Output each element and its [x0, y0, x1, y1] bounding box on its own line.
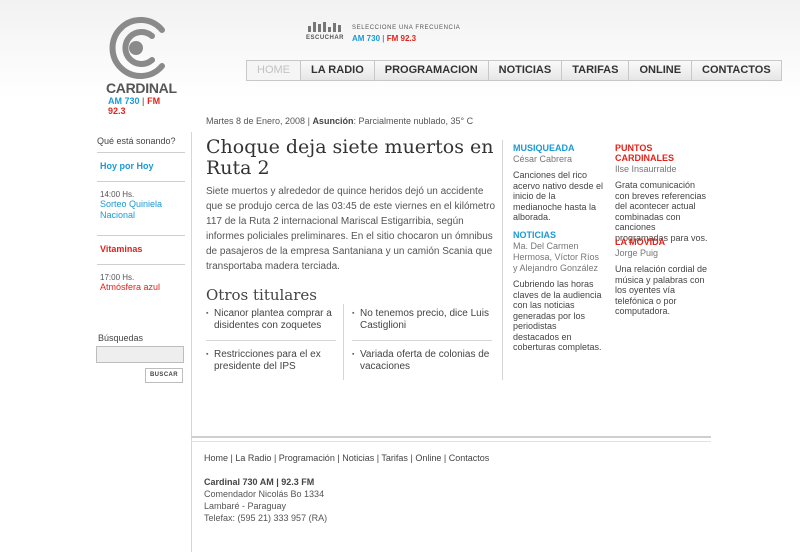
program-host: Ilse Insaurralde [615, 164, 677, 174]
program-puntos-cardinales: PUNTOS CARDINALES Ilse Insaurralde Grata… [615, 143, 711, 243]
program-description: Cubriendo las horas claves de la audienc… [513, 279, 602, 352]
footer-city: Lambaré - Paraguay [204, 501, 287, 511]
main-nav: HOME LA RADIO PROGRAMACION NOTICIAS TARI… [246, 60, 782, 81]
headline-link[interactable]: No tenemos precio, dice Luis Castiglioni [352, 308, 490, 332]
program-host: César Cabrera [513, 154, 573, 164]
footer-address: Comendador Nicolás Bo 1334 [204, 489, 325, 499]
vitaminas-header[interactable]: Vitaminas [97, 244, 185, 254]
nav-la-radio[interactable]: LA RADIO [300, 61, 374, 80]
listen-widget: ESCUCHAR SELECCIONE UNA FRECUENCIA AM 73… [306, 20, 506, 50]
footer-separator: | [337, 453, 340, 463]
slot-program-link[interactable]: Sorteo Quiniela Nacional [97, 199, 185, 221]
headline-link[interactable]: Nicanor plantea comprar a disidentes con… [206, 308, 344, 332]
program-description: Grata comunicación con breves referencia… [615, 180, 708, 243]
nav-tarifas[interactable]: TARIFAS [561, 61, 628, 80]
footer-nav: Home | La Radio | Programación | Noticia… [204, 453, 489, 463]
footer-divider [191, 436, 711, 438]
story-title[interactable]: Choque deja siete muertos en Ruta 2 [206, 137, 496, 179]
other-headlines-title: Otros titulares [206, 286, 317, 304]
headline-divider [352, 340, 492, 341]
footer-separator: | [443, 453, 447, 463]
footer-separator: | [410, 453, 413, 463]
search-input[interactable] [96, 346, 184, 363]
footer-link-tarifas[interactable]: Tarifas [381, 453, 408, 463]
slot-program-link[interactable]: Atmósfera azul [97, 282, 185, 293]
nav-contactos[interactable]: CONTACTOS [691, 61, 781, 80]
slot-time: 17:00 Hs. [100, 273, 135, 282]
today-header[interactable]: Hoy por Hoy [97, 161, 185, 171]
headline-divider [343, 304, 344, 380]
frequency-prompt: SELECCIONE UNA FRECUENCIA [352, 25, 461, 31]
program-title[interactable]: LA MOVIDA [615, 237, 711, 247]
equalizer-icon[interactable] [308, 22, 341, 32]
sidebar-divider [97, 264, 185, 265]
cardinal-logo-icon [109, 17, 165, 79]
headline-divider [206, 340, 336, 341]
program-la-movida: LA MOVIDA Jorge Puig Una relación cordia… [615, 237, 711, 317]
program-title[interactable]: MUSIQUEADA [513, 143, 605, 153]
slot-time: 14:00 Hs. [100, 190, 135, 199]
search-label: Búsquedas [98, 333, 144, 343]
date-separator: | [307, 116, 310, 126]
listen-separator: | [382, 34, 385, 43]
program-title[interactable]: PUNTOS CARDINALES [615, 143, 711, 163]
nav-online[interactable]: ONLINE [628, 61, 691, 80]
headline-link[interactable]: Variada oferta de colonias de vacaciones [352, 349, 490, 373]
footer-link-home[interactable]: Home [204, 453, 228, 463]
footer-station: Cardinal 730 AM | 92.3 FM [204, 477, 315, 487]
program-description: Canciones del rico acervo nativo desde e… [513, 170, 604, 222]
column-divider [191, 132, 192, 552]
column-divider [502, 140, 503, 380]
program-host: Jorge Puig [615, 248, 659, 258]
program-noticias: NOTICIAS Ma. Del Carmen Hermosa, Víctor … [513, 230, 605, 353]
nav-noticias[interactable]: NOTICIAS [487, 61, 562, 80]
footer-link-online[interactable]: Online [415, 453, 441, 463]
footer-separator: | [230, 453, 233, 463]
footer-divider [191, 441, 711, 442]
sidebar-divider [97, 181, 185, 182]
current-date: Martes 8 de Enero, 2008 [206, 116, 306, 126]
story-body: Siete muertos y alrededor de quince heri… [206, 186, 496, 272]
footer-contact: Cardinal 730 AM | 92.3 FM Comendador Nic… [204, 476, 327, 524]
cardinal-logo[interactable]: CARDINAL AM 730 | FM 92.3 [100, 14, 180, 116]
sidebar-divider [97, 152, 185, 153]
footer-phone: Telefax: (595 21) 333 957 (RA) [204, 513, 328, 523]
listen-am-link[interactable]: AM 730 [352, 34, 380, 43]
now-playing-question: Qué está sonando? [97, 136, 176, 146]
program-musiqueada: MUSIQUEADA César Cabrera Canciones del r… [513, 143, 605, 223]
headline-link[interactable]: Restricciones para el ex presidente del … [206, 349, 344, 373]
main-story: Choque deja siete muertos en Ruta 2 Siet… [206, 137, 496, 274]
search-button[interactable]: BUSCAR [145, 368, 183, 383]
logo-am: AM 730 [108, 96, 140, 106]
footer-link-programacion[interactable]: Programación [279, 453, 335, 463]
footer-link-noticias[interactable]: Noticias [342, 453, 374, 463]
nav-programacion[interactable]: PROGRAMACION [373, 61, 488, 80]
weather-city: Asunción [312, 116, 354, 126]
footer-link-la-radio[interactable]: La Radio [235, 453, 271, 463]
logo-name: CARDINAL [106, 80, 177, 96]
sidebar-divider [97, 235, 185, 236]
footer-link-contactos[interactable]: Contactos [449, 453, 490, 463]
now-playing-sidebar: Qué está sonando? Hoy por Hoy 14:00 Hs. … [97, 136, 185, 293]
weather-text: : Parcialmente nublado, 35° C [353, 116, 474, 126]
footer-separator: | [376, 453, 380, 463]
other-headlines: Nicanor plantea comprar a disidentes con… [206, 304, 496, 380]
program-title[interactable]: NOTICIAS [513, 230, 605, 240]
frequency-selector: AM 730 | FM 92.3 [352, 34, 416, 43]
listen-fm-link[interactable]: FM 92.3 [387, 34, 416, 43]
footer-separator: | [273, 453, 277, 463]
logo-frequencies: AM 730 | FM 92.3 [108, 96, 180, 116]
program-description: Una relación cordial de música y palabra… [615, 264, 708, 316]
listen-label[interactable]: ESCUCHAR [306, 35, 344, 41]
date-weather-bar: Martes 8 de Enero, 2008 | Asunción: Parc… [206, 116, 473, 126]
program-host: Ma. Del Carmen Hermosa, Víctor Ríos y Al… [513, 241, 600, 273]
logo-separator: | [142, 96, 145, 106]
nav-home[interactable]: HOME [247, 61, 300, 80]
